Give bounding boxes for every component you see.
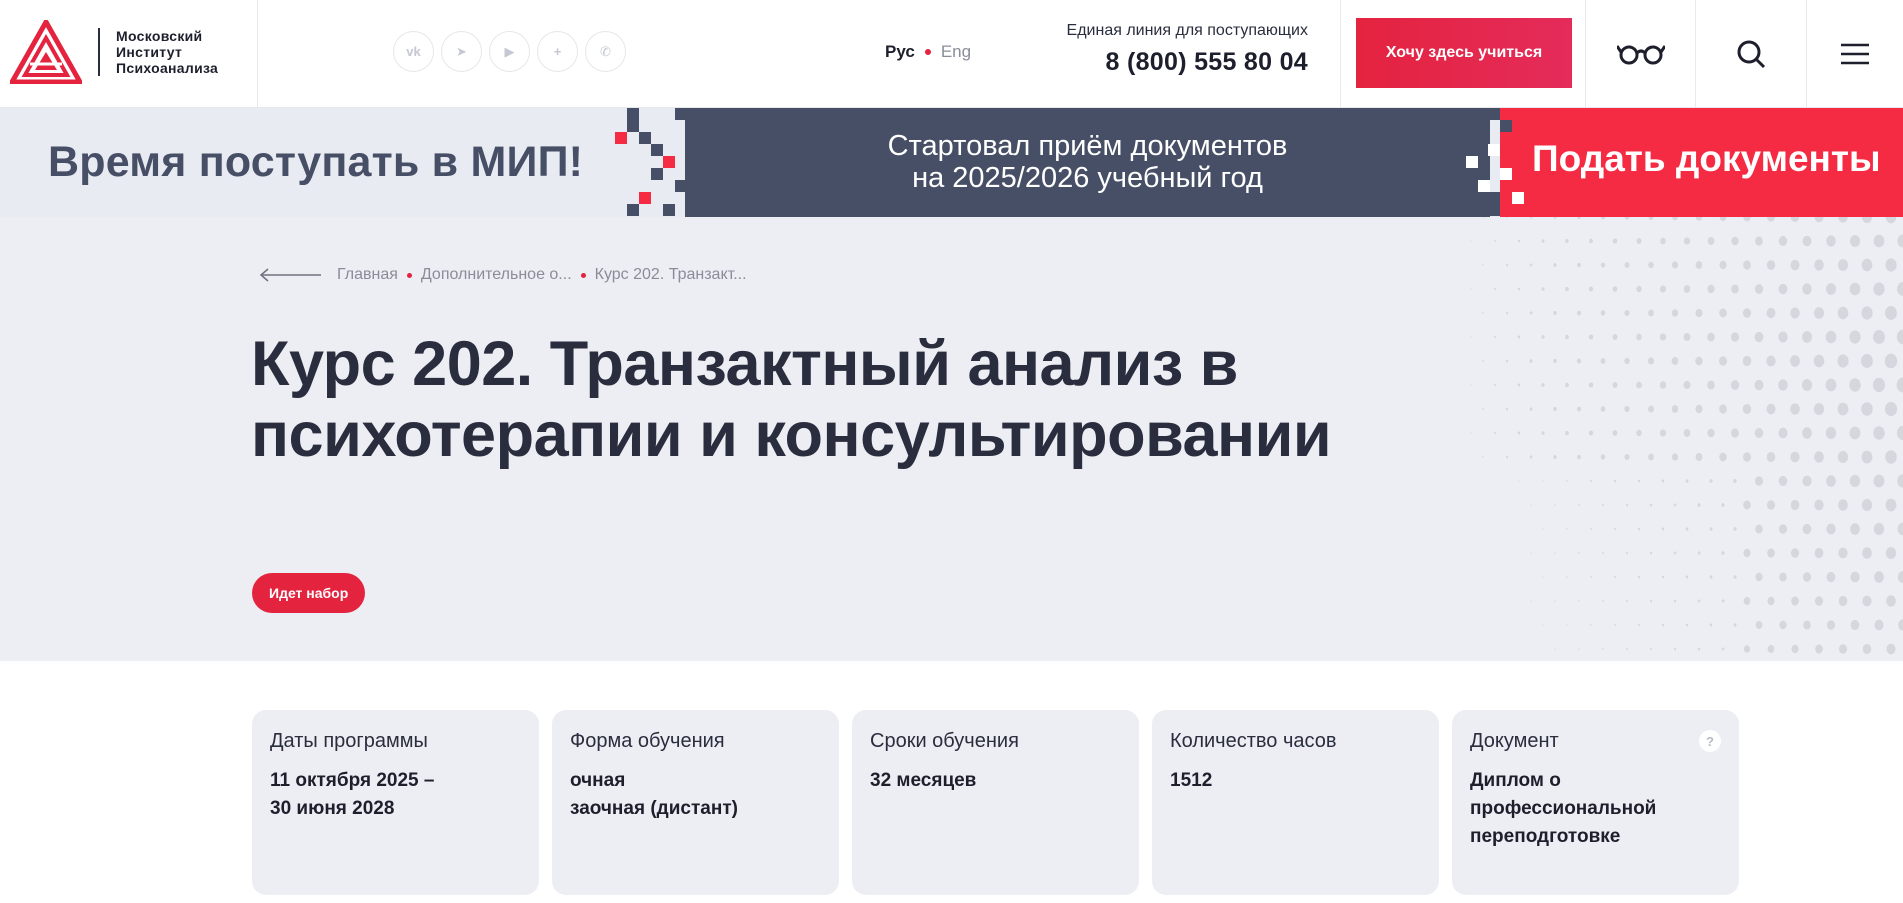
promo-headline: Время поступать в МИП! (48, 138, 584, 186)
help-icon[interactable]: ? (1699, 730, 1721, 752)
youtube-icon[interactable]: ▶ (489, 31, 530, 72)
hotline-label: Единая линия для поступающих (1066, 22, 1308, 39)
youtube-glyph: ▶ (504, 43, 515, 59)
whatsapp-icon[interactable]: ✆ (585, 31, 626, 72)
logo-text: Московский Институт Психоанализа (98, 28, 218, 76)
hamburger-menu-icon (1841, 43, 1869, 65)
card-value: 32 месяцев (870, 770, 977, 791)
admission-promo-banner[interactable]: Время поступать в МИП! Стартовал приём д… (0, 108, 1903, 217)
header-divider (257, 0, 258, 108)
card-value: очная заочная (дистант) (570, 770, 738, 819)
breadcrumb-home[interactable]: Главная (337, 266, 398, 284)
course-info-cards: Даты программы 11 октября 2025 – 30 июня… (252, 710, 1739, 895)
hotline: Единая линия для поступающих 8 (800) 555… (1040, 22, 1308, 77)
card-label: Документ (1470, 730, 1559, 752)
vk-icon[interactable]: vk (393, 31, 434, 72)
page-title-line-1: Курс 202. Транзактный анализ в (251, 329, 1238, 399)
whatsapp-glyph: ✆ (600, 43, 611, 59)
site-header: Московский Институт Психоанализа vk ➤ ▶ … (0, 0, 1903, 108)
hotline-phone[interactable]: 8 (800) 555 80 04 (1040, 48, 1308, 77)
status-badge: Идет набор (252, 573, 366, 613)
search-icon (1737, 40, 1766, 69)
vk-glyph: vk (406, 44, 421, 59)
page-title: Курс 202. Транзактный анализ в психотера… (251, 329, 1451, 471)
breadcrumb-current: Курс 202. Транзакт... (594, 266, 747, 283)
card-value: 1512 (1170, 770, 1213, 791)
social-links: vk ➤ ▶ + ✆ (393, 31, 626, 72)
breadcrumb: Главная Дополнительное о... Курс 202. Тр… (259, 266, 747, 284)
card-label: Сроки обучения (870, 730, 1019, 752)
promo-center-line-2: на 2025/2026 учебный год (912, 162, 1263, 194)
card-study-duration: Сроки обучения 32 месяцев (852, 710, 1139, 895)
logo-line-1: Московский (116, 28, 203, 44)
breadcrumb-separator (580, 272, 586, 278)
plus-icon[interactable]: + (537, 31, 578, 72)
card-label: Количество часов (1170, 730, 1337, 752)
card-value: Диплом о профессиональной переподготовке (1470, 770, 1657, 847)
search-button[interactable] (1696, 0, 1806, 108)
apply-button[interactable]: Хочу здесь учиться (1356, 18, 1572, 88)
lang-en[interactable]: Eng (941, 42, 971, 62)
submit-documents-label: Подать документы (1532, 138, 1881, 179)
promo-center-block: Стартовал приём документов на 2025/2026 … (685, 108, 1490, 217)
card-hours: Количество часов 1512 (1152, 710, 1439, 895)
breadcrumb-separator (406, 272, 412, 278)
header-divider (1340, 0, 1341, 108)
card-study-form: Форма обучения очная заочная (дистант) (552, 710, 839, 895)
plus-glyph: + (553, 44, 562, 59)
card-label: Форма обучения (570, 730, 725, 752)
back-arrow-icon[interactable] (259, 268, 321, 282)
menu-button[interactable] (1807, 0, 1903, 108)
card-value: 11 октября 2025 – 30 июня 2028 (270, 770, 435, 819)
page-title-line-2: психотерапии и консультировании (251, 400, 1332, 470)
course-hero: Главная Дополнительное о... Курс 202. Тр… (0, 217, 1903, 661)
promo-center-text: Стартовал приём документов на 2025/2026 … (685, 130, 1490, 194)
telegram-icon[interactable]: ➤ (441, 31, 482, 72)
logo-line-2: Институт (116, 44, 183, 60)
glasses-icon (1616, 45, 1665, 65)
breadcrumb-section[interactable]: Дополнительное о... (421, 266, 572, 284)
card-program-dates: Даты программы 11 октября 2025 – 30 июня… (252, 710, 539, 895)
lang-ru[interactable]: Рус (885, 42, 915, 62)
logo[interactable]: Московский Институт Психоанализа (10, 20, 218, 84)
card-document: Документ ? Диплом о профессиональной пер… (1452, 710, 1739, 895)
accessibility-glasses-icon[interactable] (1586, 0, 1695, 108)
logo-mark-icon (10, 20, 82, 84)
submit-documents-block[interactable]: Подать документы (1488, 108, 1903, 217)
telegram-glyph: ➤ (456, 43, 467, 59)
language-switcher: Рус Eng (885, 42, 971, 62)
logo-line-3: Психоанализа (116, 60, 219, 76)
promo-center-line-1: Стартовал приём документов (887, 130, 1288, 162)
card-label: Даты программы (270, 730, 428, 752)
lang-separator-dot (924, 49, 931, 55)
